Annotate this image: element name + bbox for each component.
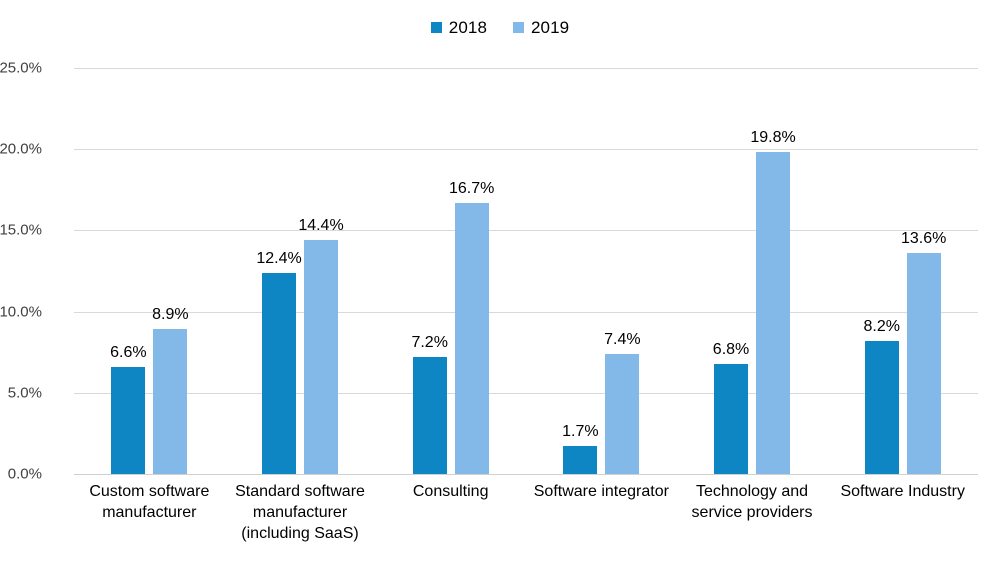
bar-value-label: 14.4% [298, 217, 344, 235]
x-axis-category-label: Technology and service providers [677, 481, 828, 544]
legend-label-2019: 2019 [531, 17, 570, 37]
chart-legend: 2018 2019 [0, 14, 1000, 40]
bar-value-label: 1.7% [562, 423, 599, 441]
bar-value-label: 7.4% [604, 330, 641, 348]
bar-2018[interactable]: 7.2% [411, 334, 448, 474]
legend-item-2018[interactable]: 2018 [430, 17, 487, 37]
x-axis-category-line: Software Industry [840, 483, 965, 500]
bar-value-label: 19.8% [750, 129, 796, 147]
plot-area: 0.0% 5.0% 10.0% 15.0% 20.0% 25.0% 6.6% 8.9% 12.… [0, 60, 978, 483]
bar-group: 1.7% 7.4% [526, 68, 677, 474]
bar-group: 12.4% 14.4% [225, 68, 376, 474]
bar-value-label: 12.4% [256, 249, 302, 267]
gridline [74, 474, 978, 475]
bar-value-label: 13.6% [901, 230, 947, 248]
bar-group: 6.8% 19.8% [677, 68, 828, 474]
bar-2018[interactable]: 6.8% [713, 341, 749, 474]
x-axis-category-label: Software Industry [827, 481, 978, 544]
legend-swatch-2018 [430, 21, 442, 33]
legend-label-2018: 2018 [448, 17, 487, 37]
y-axis-tick-label: 5.0% [7, 384, 42, 402]
x-axis-category-line: Standard software [235, 483, 365, 500]
bar-2019[interactable]: 13.6% [901, 230, 946, 474]
legend-item-2019[interactable]: 2019 [513, 19, 569, 36]
bar-groups: 6.6% 8.9% 12.4% 14.4% 7.2% 16.7% 1.7% 7.4% 6.8% 1… [74, 68, 978, 474]
bar-2018[interactable]: 8.2% [863, 318, 900, 474]
bar-2018[interactable]: 12.4% [256, 250, 302, 474]
y-axis-tick-label: 15.0% [0, 221, 42, 239]
y-axis-tick-label: 0.0% [7, 465, 42, 483]
x-axis-category-line: Technology and [695, 483, 809, 500]
bar-2019[interactable]: 16.7% [449, 180, 494, 474]
bar-chart: 2018 2019 0.0% 5.0% 10.0% 15.0% 20.0% 25.0% 6… [0, 0, 1000, 563]
x-axis-category-line: Consulting [412, 483, 489, 500]
bar-value-label: 7.2% [411, 334, 448, 352]
x-axis-category-label: Custom software manufacturer [74, 481, 225, 544]
x-axis-category-line: manufacturer [102, 504, 197, 522]
bar-2019[interactable]: 19.8% [750, 129, 796, 474]
bar-value-label: 6.8% [712, 340, 750, 358]
y-axis-tick-label: 20.0% [0, 140, 42, 158]
bar-group: 8.2% 13.6% [827, 68, 978, 474]
bar-2019[interactable]: 14.4% [298, 217, 344, 474]
x-axis-category-line: (including SaaS) [241, 525, 359, 543]
bar-value-label: 8.9% [152, 306, 189, 324]
bar-group: 6.6% 8.9% [74, 68, 225, 474]
bar-value-label: 16.7% [448, 179, 495, 197]
x-axis-labels: Custom software manufacturer Standard soft… [74, 481, 978, 544]
x-axis-category-label: Consulting [375, 481, 526, 544]
x-axis-category-line: manufacturer [252, 504, 348, 522]
bar-value-label: 6.6% [110, 343, 147, 361]
bar-2019[interactable]: 7.4% [604, 331, 641, 474]
bar-2019[interactable]: 8.9% [152, 306, 189, 474]
y-axis-tick-label: 25.0% [0, 59, 42, 77]
bar-2018[interactable]: 6.6% [110, 344, 147, 474]
bar-group: 7.2% 16.7% [375, 68, 526, 474]
x-axis-category-label: Standard software manufacturer (including … [225, 481, 376, 544]
y-axis-tick-label: 10.0% [0, 303, 42, 321]
bar-2018[interactable]: 1.7% [562, 423, 599, 474]
x-axis-category-line: Custom software [89, 483, 210, 500]
bar-value-label: 8.2% [863, 317, 900, 335]
x-axis-category-line: Software integrator [533, 483, 669, 500]
x-axis-category-label: Software integrator [526, 481, 677, 544]
legend-swatch-2019 [513, 21, 524, 33]
x-axis-category-line: service providers [691, 504, 813, 522]
